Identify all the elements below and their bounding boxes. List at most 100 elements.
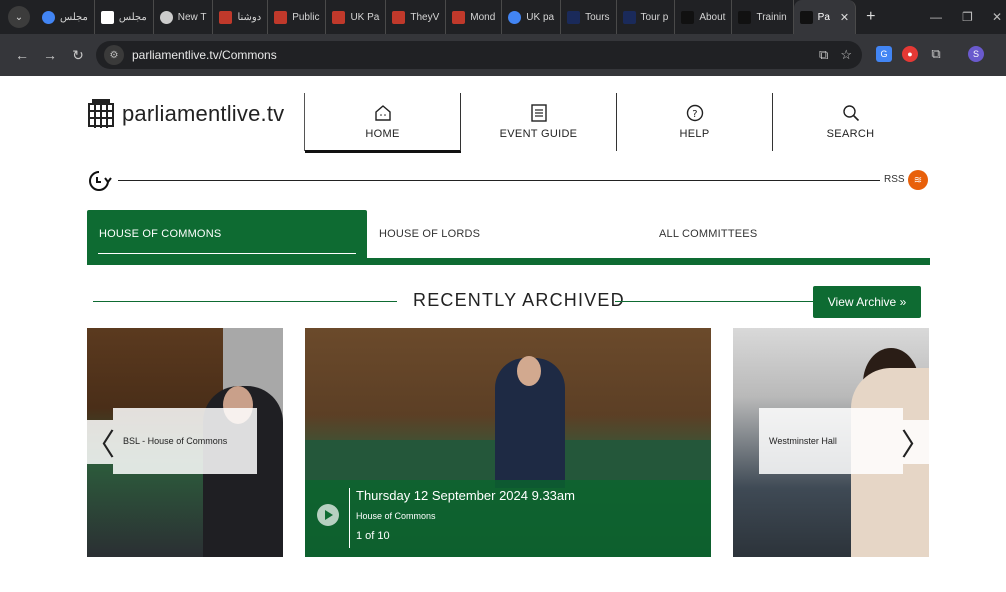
history-clock-icon[interactable]	[86, 168, 112, 194]
play-icon[interactable]	[317, 504, 339, 526]
browser-tab[interactable]: دوشنا	[213, 0, 269, 34]
web-page: parliamentlive.tv HOME EVENT GUIDE ? HEL…	[0, 76, 1006, 592]
extension-icon[interactable]: ●	[902, 46, 918, 62]
browser-toolbar: ← → ↻ ⚙ parliamentlive.tv/Commons ⧉ ☆	[0, 34, 1006, 76]
home-icon	[374, 105, 391, 121]
browser-tab[interactable]: مجلس	[95, 0, 154, 34]
help-icon: ?	[686, 104, 703, 122]
browser-tab[interactable]: مجلس	[36, 0, 95, 34]
document-icon	[530, 104, 547, 122]
tab-label: HOUSE OF LORDS	[379, 228, 481, 240]
tab-label: Pa	[817, 11, 830, 23]
browser-tab[interactable]: About	[675, 0, 733, 34]
tab-label: About	[699, 11, 726, 23]
browser-tab[interactable]: New T	[154, 0, 214, 34]
tab-favicon	[100, 10, 114, 24]
tab-favicon	[332, 10, 346, 24]
browser-tab[interactable]: Trainin	[732, 0, 794, 34]
browser-tab[interactable]: Mond	[446, 0, 503, 34]
nav-label: HELP	[679, 128, 710, 140]
logo-text: parliamentlive.tv	[122, 101, 285, 126]
restore-icon[interactable]: ❐	[962, 0, 973, 34]
portcullis-icon	[88, 99, 114, 128]
reload-icon[interactable]: ↻	[64, 47, 92, 64]
timeline-divider	[118, 180, 880, 181]
browser-tab[interactable]: UK pa	[502, 0, 562, 34]
tab-all-committees[interactable]: ALL COMMITTEES	[647, 210, 930, 258]
browser-tab[interactable]: Tours	[561, 0, 617, 34]
carousel-slide-previous[interactable]: BSL - House of Commons	[87, 328, 283, 557]
active-tab-underline	[98, 253, 356, 254]
divider-line	[615, 301, 813, 302]
tab-favicon	[219, 10, 233, 24]
svg-text:?: ?	[692, 109, 698, 120]
profile-avatar[interactable]: S	[968, 46, 984, 62]
browser-tab-active[interactable]: Pa ✕	[793, 0, 857, 34]
close-window-icon[interactable]: ✕	[992, 0, 1002, 34]
tab-label: Trainin	[756, 11, 787, 23]
tab-favicon	[799, 10, 813, 24]
tab-label: TheyV	[410, 11, 440, 23]
tab-label: مجلس	[118, 11, 147, 23]
close-tab-icon[interactable]: ✕	[840, 11, 849, 24]
slide-caption: Westminster Hall	[759, 408, 903, 474]
tab-label: Public	[292, 11, 320, 23]
carousel-next-chevron-icon[interactable]: 〉	[901, 420, 931, 464]
slide-caption: BSL - House of Commons	[113, 408, 257, 474]
address-bar[interactable]: ⚙ parliamentlive.tv/Commons ⧉ ☆	[96, 41, 862, 69]
tab-favicon	[452, 10, 466, 24]
carousel-slide-next[interactable]: Westminster Hall	[733, 328, 929, 557]
overlay-divider	[349, 488, 350, 548]
tab-favicon	[567, 10, 581, 24]
site-info-icon[interactable]: ⚙	[104, 45, 124, 65]
nav-help[interactable]: ? HELP	[616, 93, 772, 151]
slide-counter: 1 of 10	[356, 530, 390, 542]
tab-label: New T	[177, 11, 207, 23]
url-text: parliamentlive.tv/Commons	[132, 48, 277, 62]
tab-favicon	[274, 10, 288, 24]
nav-event-guide[interactable]: EVENT GUIDE	[460, 93, 616, 151]
tab-search-button[interactable]: ⌄	[8, 6, 30, 28]
tab-label: Tour p	[640, 11, 669, 23]
tab-label: UK pa	[526, 11, 555, 23]
video-thumbnail	[517, 356, 541, 386]
browser-tab[interactable]: UK Pa	[326, 0, 387, 34]
rss-icon[interactable]: ≋	[908, 170, 928, 190]
rss-label[interactable]: RSS	[884, 174, 905, 185]
tab-label: مجلس	[60, 11, 88, 23]
tab-bar-underline	[87, 258, 930, 265]
nav-home[interactable]: HOME	[304, 93, 461, 153]
extensions-puzzle-icon[interactable]: ⧉	[928, 46, 944, 62]
site-logo[interactable]: parliamentlive.tv	[86, 98, 284, 130]
tab-favicon	[508, 10, 522, 24]
carousel-slide-current[interactable]: Thursday 12 September 2024 9.33am House …	[305, 328, 711, 557]
main-navigation: HOME EVENT GUIDE ? HELP SEARCH	[304, 93, 928, 153]
tab-house-of-lords[interactable]: HOUSE OF LORDS	[367, 210, 647, 258]
new-tab-button[interactable]: +	[866, 8, 875, 26]
nav-search[interactable]: SEARCH	[772, 93, 928, 151]
tab-label: دوشنا	[237, 11, 262, 23]
nav-label: EVENT GUIDE	[499, 128, 578, 140]
tab-label: HOUSE OF COMMONS	[99, 228, 222, 240]
tab-favicon	[738, 10, 752, 24]
recently-archived-header: RECENTLY ARCHIVED View Archive »	[93, 286, 930, 320]
view-archive-button[interactable]: View Archive »	[813, 286, 921, 318]
slide-date: Thursday 12 September 2024 9.33am	[356, 488, 575, 503]
search-icon	[842, 105, 859, 122]
slide-house: House of Commons	[356, 511, 436, 521]
carousel-prev-chevron-icon[interactable]: 〈	[85, 420, 115, 464]
tab-house-of-commons[interactable]: HOUSE OF COMMONS	[87, 210, 367, 258]
browser-tab[interactable]: TheyV	[386, 0, 447, 34]
browser-tab-strip: ⌄ مجلس مجلس New T دوشنا Public UK Pa The…	[0, 0, 1006, 34]
browser-tab[interactable]: Public	[268, 0, 327, 34]
forward-icon[interactable]: →	[36, 47, 64, 63]
translate-icon[interactable]: ⧉	[819, 47, 828, 63]
browser-tab[interactable]: Tour p	[617, 0, 676, 34]
archive-carousel: BSL - House of Commons Thursday 12 Septe…	[0, 328, 1006, 558]
bookmark-star-icon[interactable]: ☆	[840, 47, 852, 63]
back-icon[interactable]: ←	[8, 47, 36, 63]
extension-icon[interactable]: G	[876, 46, 892, 62]
nav-label: HOME	[365, 128, 400, 140]
minimize-icon[interactable]: —	[930, 0, 942, 34]
tab-favicon	[42, 10, 55, 24]
